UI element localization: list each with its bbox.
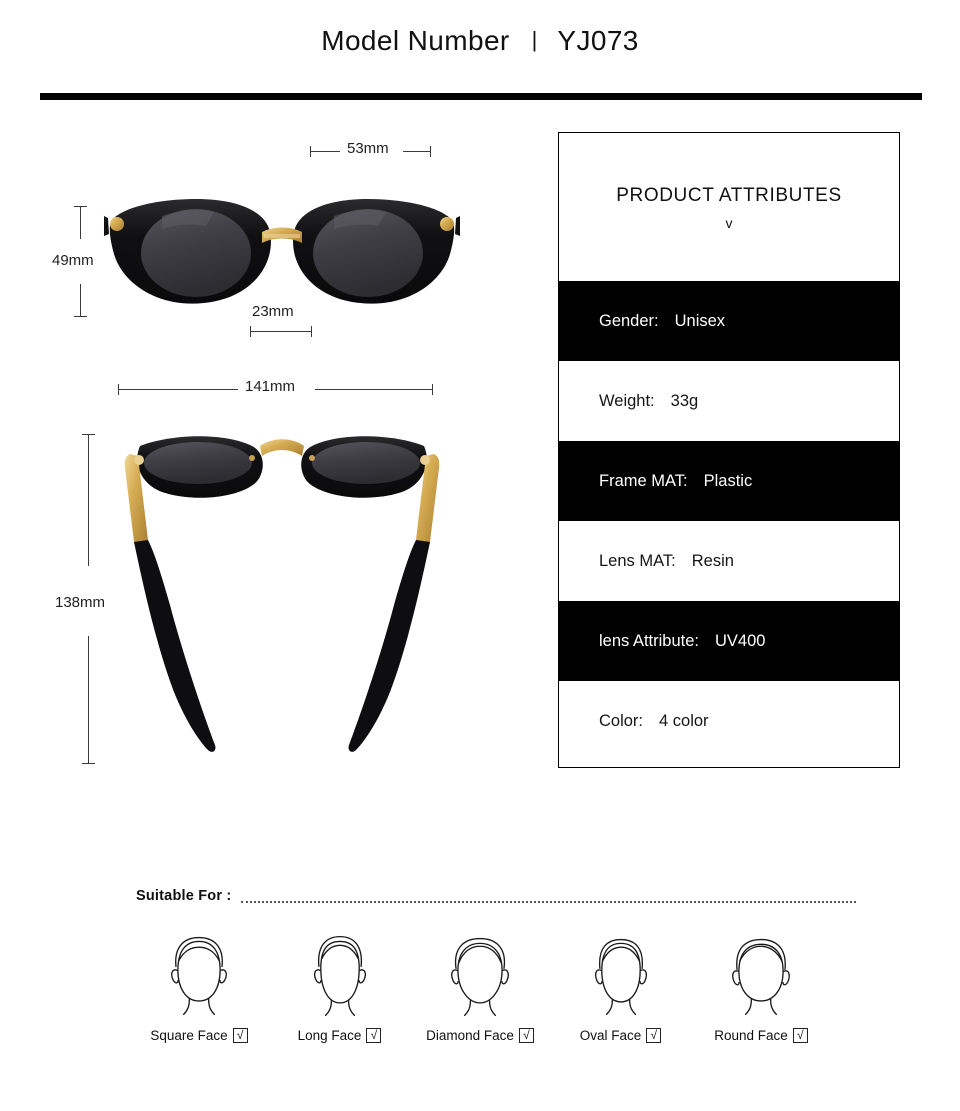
dim-23mm-line bbox=[250, 331, 312, 332]
attribute-value: UV400 bbox=[714, 631, 766, 650]
top-bridge bbox=[260, 439, 304, 456]
attribute-row-lens-mat: Lens MAT: Resin bbox=[559, 521, 899, 601]
left-temple-stub bbox=[104, 216, 109, 236]
dim-53mm-cap-right bbox=[430, 146, 431, 157]
attribute-label: Weight: bbox=[599, 391, 655, 410]
dim-141mm-label: 141mm bbox=[245, 378, 296, 395]
product-attributes-panel: PRODUCT ATTRIBUTES v Gender: Unisex Weig… bbox=[558, 132, 900, 768]
attribute-label: Frame MAT: bbox=[599, 471, 688, 490]
face-caption: Oval Face √ bbox=[580, 1028, 662, 1043]
attribute-value: Unisex bbox=[674, 311, 726, 330]
dim-49mm-line-top bbox=[80, 206, 81, 239]
chevron-down-icon: v bbox=[725, 214, 733, 231]
attribute-value: Resin bbox=[691, 551, 734, 570]
face-caption: Long Face √ bbox=[298, 1028, 382, 1043]
round-face-icon bbox=[732, 938, 790, 1016]
top-right-screw bbox=[309, 455, 315, 461]
attribute-value: Plastic bbox=[703, 471, 753, 490]
top-right-lens bbox=[312, 442, 420, 484]
attribute-row-frame-mat: Frame MAT: Plastic bbox=[559, 441, 899, 521]
attribute-label: lens Attribute: bbox=[599, 631, 699, 650]
face-checkbox[interactable]: √ bbox=[232, 1028, 248, 1043]
face-caption: Diamond Face √ bbox=[426, 1028, 534, 1043]
top-left-hinge bbox=[134, 455, 144, 465]
face-checkbox[interactable]: √ bbox=[518, 1028, 534, 1043]
header-separator: | bbox=[531, 27, 538, 52]
product-views: 53mm 49mm 23mm 141mm 138mm bbox=[0, 118, 540, 818]
face-checkbox[interactable]: √ bbox=[366, 1028, 382, 1043]
sunglasses-front-view bbox=[104, 199, 460, 304]
face-checkbox[interactable]: √ bbox=[792, 1028, 808, 1043]
attribute-row-weight: Weight: 33g bbox=[559, 361, 899, 441]
face-label: Square Face bbox=[150, 1028, 228, 1043]
top-left-screw bbox=[249, 455, 255, 461]
square-face-icon bbox=[171, 936, 227, 1016]
face-caption: Round Face √ bbox=[714, 1028, 808, 1043]
attribute-row-color: Color: 4 color bbox=[559, 681, 899, 761]
face-item-long: Long Face √ bbox=[271, 928, 409, 1043]
right-temple-stub bbox=[455, 216, 460, 236]
header-divider bbox=[40, 93, 922, 100]
attribute-value: 4 color bbox=[659, 711, 709, 730]
dim-23mm-cap-right bbox=[311, 326, 312, 337]
dim-141mm-line-right bbox=[315, 389, 433, 390]
dim-53mm-line-right bbox=[403, 151, 431, 152]
face-item-square: Square Face √ bbox=[130, 928, 268, 1043]
top-right-hinge bbox=[420, 455, 430, 465]
dim-23mm-label: 23mm bbox=[252, 303, 294, 320]
dim-53mm-label: 53mm bbox=[347, 140, 389, 157]
face-caption: Square Face √ bbox=[150, 1028, 248, 1043]
suitable-for-heading: Suitable For : bbox=[136, 884, 856, 908]
left-hinge-stud bbox=[110, 217, 124, 231]
face-checkbox[interactable]: √ bbox=[646, 1028, 662, 1043]
attribute-label: Lens MAT: bbox=[599, 551, 676, 570]
dim-141mm-cap-right bbox=[432, 384, 433, 395]
dotted-divider bbox=[241, 900, 856, 903]
dim-49mm-cap-bottom bbox=[74, 316, 87, 317]
attribute-value: 33g bbox=[670, 391, 699, 410]
top-left-lens bbox=[144, 442, 252, 484]
face-label: Round Face bbox=[714, 1028, 788, 1043]
attribute-row-lens-attribute: lens Attribute: UV400 bbox=[559, 601, 899, 681]
page-header: Model Number | YJ073 bbox=[0, 0, 960, 82]
dim-138mm-line-bottom bbox=[88, 636, 89, 764]
model-number-value: YJ073 bbox=[557, 25, 639, 56]
face-item-round: Round Face √ bbox=[692, 928, 830, 1043]
dim-49mm-label: 49mm bbox=[52, 252, 94, 269]
face-item-oval: Oval Face √ bbox=[552, 928, 690, 1043]
page-title: Model Number bbox=[321, 25, 510, 56]
product-spec-page: Model Number | YJ073 53mm 49mm 23mm 141m… bbox=[0, 0, 960, 1111]
attribute-label: Gender: bbox=[599, 311, 659, 330]
attribute-row-gender: Gender: Unisex bbox=[559, 281, 899, 361]
dim-138mm-line-top bbox=[88, 434, 89, 566]
dim-53mm-line-left bbox=[310, 151, 340, 152]
dim-138mm-cap-bottom bbox=[82, 763, 95, 764]
diamond-face-icon bbox=[451, 937, 509, 1017]
face-label: Diamond Face bbox=[426, 1028, 514, 1043]
attribute-label: Color: bbox=[599, 711, 644, 730]
face-label: Long Face bbox=[297, 1028, 362, 1043]
face-label: Oval Face bbox=[579, 1028, 642, 1043]
attributes-title: PRODUCT ATTRIBUTES bbox=[616, 184, 842, 206]
dim-49mm-line-bottom bbox=[80, 284, 81, 317]
attributes-header: PRODUCT ATTRIBUTES v bbox=[559, 133, 899, 281]
left-temple-tip bbox=[134, 540, 216, 752]
sunglasses-top-view bbox=[124, 436, 440, 752]
long-face-icon bbox=[313, 935, 366, 1017]
oval-face-icon bbox=[594, 938, 647, 1016]
dim-138mm-label: 138mm bbox=[55, 594, 106, 611]
face-item-diamond: Diamond Face √ bbox=[411, 928, 549, 1043]
bridge-highlight bbox=[264, 234, 300, 238]
face-shape-list: Square Face √ Long Face √ Diamond Face √… bbox=[130, 928, 830, 1068]
suitable-for-label: Suitable For : bbox=[136, 888, 232, 904]
right-hinge-stud bbox=[440, 217, 454, 231]
right-temple-tip bbox=[348, 540, 430, 752]
dim-141mm-line-left bbox=[118, 389, 238, 390]
